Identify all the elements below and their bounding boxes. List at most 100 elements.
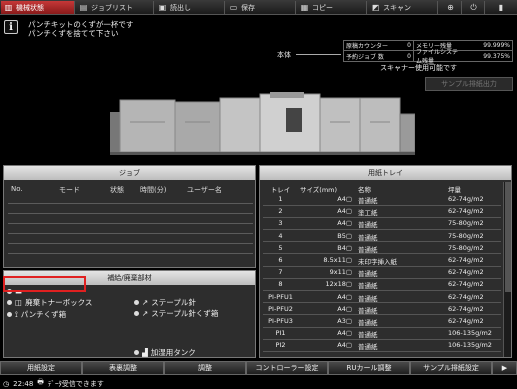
tab-save[interactable]: ▭ 保存: [226, 1, 296, 14]
job-row[interactable]: [8, 213, 253, 214]
tray-row[interactable]: 2 A4▢ 塗工紙 62-74g/m2: [263, 207, 501, 218]
tray-cell-name: 未印字挿入紙: [358, 258, 397, 266]
tray-row[interactable]: PI-PFU1 A4▢ 普通紙 62-74g/m2: [263, 292, 501, 303]
sample-output-setting-button[interactable]: サンプル排紙設定: [410, 361, 492, 375]
status-dot: [134, 350, 139, 355]
tray-row[interactable]: 1 A4▢ 普通紙 62-74g/m2: [263, 195, 501, 205]
job-row[interactable]: [8, 253, 253, 254]
tray-cell-tray: 3: [278, 219, 283, 228]
staple-waste-item[interactable]: ↗ ステープル針くず箱: [134, 308, 218, 319]
paper-setting-button[interactable]: 用紙設定: [0, 361, 82, 375]
tray-cell-weight: 62-74g/m2: [448, 195, 484, 203]
job-row[interactable]: [8, 223, 253, 224]
tray-cell-tray: 6: [278, 256, 283, 264]
tray-cell-weight: 62-74g/m2: [448, 280, 484, 289]
tab-copy[interactable]: ▦ コピー: [297, 1, 367, 14]
tray-row-divider: [263, 350, 501, 352]
tray-cell-name: 普通紙: [358, 270, 378, 279]
tab-machine-status[interactable]: ▥ 機械状態: [1, 1, 75, 14]
status-bar: ◷ 22:48 🖶 ﾃﾞｰﾀ受信できます: [3, 378, 104, 389]
tray-row[interactable]: PI-PFU3 A3▢ 普通紙 62-74g/m2: [263, 317, 501, 327]
counter-table: 原稿カウンター 0 メモリー残量 99.999% 予約ジョブ 数 0 ファイルシ…: [343, 40, 513, 65]
language-button[interactable]: ⊕: [440, 1, 462, 14]
tab-job-list[interactable]: ▤ ジョブリスト: [76, 1, 154, 14]
status-message: パンチキットのくずが一杯です パンチくずを捨てて下さい: [28, 20, 134, 38]
job-header-user: ユーザー名: [187, 186, 222, 194]
tray-row-divider: [263, 289, 501, 291]
tray-row[interactable]: PI1 A4▢ 普通紙 106-135g/m2: [263, 329, 501, 339]
tray-cell-name: 普通紙: [358, 282, 378, 291]
job-header-no: No.: [11, 185, 23, 193]
job-panel-title: ジョブ: [4, 166, 255, 180]
menu-button[interactable]: ▮: [486, 1, 516, 14]
tray-scrollbar[interactable]: [503, 182, 511, 357]
ru-curl-adjust-button[interactable]: RUカール調整: [328, 361, 410, 375]
tray-cell-tray: PI-PFU1: [268, 292, 293, 301]
status-dot: [134, 300, 139, 305]
tray-header: トレイ サイズ(mm) 名称 坪量: [270, 186, 461, 194]
tray-cell-weight: 62-74g/m2: [448, 304, 484, 313]
tray-cell-tray: 2: [278, 207, 283, 216]
tray-row-divider: [263, 253, 501, 255]
tray-row-divider: [263, 228, 501, 230]
tab-scan[interactable]: ◩ スキャン: [368, 1, 438, 14]
tray-cell-name: 塗工紙: [358, 209, 378, 218]
punch-waste-item[interactable]: ⟟ パンチくず箱: [7, 309, 66, 320]
tray-row[interactable]: 7 9x11▢ 普通紙 62-74g/m2: [263, 268, 501, 279]
glue-tank-item[interactable]: ▟ 加湿用タンク: [134, 347, 196, 358]
tray-cell-size: A4▢: [337, 329, 352, 338]
power-button[interactable]: ⏻: [463, 1, 485, 14]
tray-row-divider: [263, 338, 501, 340]
tab-recall[interactable]: ▣ 読出し: [155, 1, 225, 14]
staple-item[interactable]: ↗ ステープル針: [134, 297, 196, 308]
tray-cell-size: A4▢: [337, 207, 352, 216]
job-header-state: 状態: [110, 186, 124, 194]
tray-row[interactable]: PI-PFU2 A4▢ 普通紙 62-74g/m2: [263, 304, 501, 315]
job-row[interactable]: [8, 243, 253, 244]
waste-box-icon: ◫: [15, 298, 23, 307]
tray-cell-size: B5▢: [337, 231, 352, 240]
tray-cell-tray: PI1: [275, 329, 286, 338]
tray-cell-name: 普通紙: [358, 306, 378, 315]
punch-icon: ⟟: [15, 309, 18, 319]
tray-cell-tray: PI-PFU2: [268, 304, 293, 313]
front-back-adjust-button[interactable]: 表裏調整: [82, 361, 164, 375]
staple-waste-icon: ↗: [142, 309, 149, 318]
sample-output-button[interactable]: サンプル排紙出力: [425, 77, 513, 91]
job-row[interactable]: [8, 233, 253, 234]
tray-cell-name: 普通紙: [358, 245, 378, 254]
list-icon: ▤: [79, 3, 88, 12]
controller-setting-button[interactable]: コントローラー設定: [246, 361, 328, 375]
globe-icon: ⊕: [447, 3, 454, 12]
data-receive-icon: 🖶: [37, 378, 44, 386]
tray-row[interactable]: 6 8.5x11▢ 未印字挿入紙 62-74g/m2: [263, 256, 501, 266]
adjust-button[interactable]: 調整: [164, 361, 246, 375]
tray-cell-weight: 106-135g/m2: [448, 329, 492, 338]
tray-row[interactable]: 3 A4▢ 普通紙 75-80g/m2: [263, 219, 501, 229]
punch-waste-alert-highlight: [3, 276, 86, 292]
scroll-thumb[interactable]: [505, 182, 511, 292]
tray-row[interactable]: PI2 A4▢ 普通紙 106-135g/m2: [263, 341, 501, 351]
tray-row[interactable]: 8 12x18▢ 普通紙 62-74g/m2: [263, 280, 501, 291]
copy-icon: ▦: [300, 3, 309, 12]
waste-toner-box-item[interactable]: ◫ 廃棄トナーボックス: [7, 297, 92, 308]
tray-row[interactable]: 4 B5▢ 普通紙 75-80g/m2: [263, 231, 501, 242]
tray-cell-weight: 62-74g/m2: [448, 268, 484, 277]
status-time: 22:48: [13, 379, 34, 388]
main-unit-indicator: [296, 54, 341, 55]
tray-cell-size: A3▢: [337, 317, 352, 325]
tray-row[interactable]: 5 B4▢ 普通紙 75-80g/m2: [263, 244, 501, 254]
save-icon: ▭: [229, 3, 238, 12]
tray-row-divider: [263, 277, 501, 279]
tray-row-divider: [263, 326, 501, 328]
tray-cell-tray: 1: [278, 195, 283, 203]
tray-cell-weight: 62-74g/m2: [448, 207, 484, 216]
tray-cell-size: A4▢: [337, 304, 352, 313]
staple-icon: ↗: [142, 298, 149, 307]
bottom-button-bar: 用紙設定 表裏調整 調整 コントローラー設定 RUカール調整 サンプル排紙設定 …: [0, 361, 517, 375]
next-page-button[interactable]: ▶: [492, 361, 517, 375]
tray-cell-weight: 62-74g/m2: [448, 292, 484, 301]
job-row[interactable]: [8, 203, 253, 204]
tray-cell-size: 9x11▢: [329, 268, 352, 277]
tray-cell-size: 8.5x11▢: [323, 256, 352, 264]
